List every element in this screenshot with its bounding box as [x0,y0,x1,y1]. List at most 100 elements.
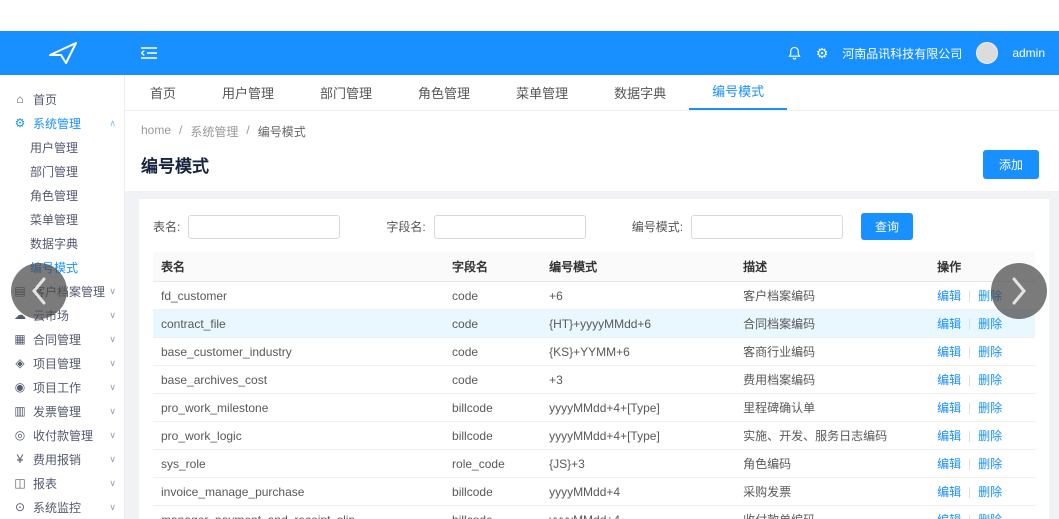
sidebar-item-15[interactable]: ¥ 费用报销 ∨ [0,447,124,471]
table-row: fd_customer code +6 客户档案编码 编辑 删除 [153,281,1035,310]
chevron-down-icon: ∨ [109,309,116,320]
sidebar-item-3[interactable]: 部门管理 [0,159,124,183]
cell-actions: 编辑 删除 [929,393,1035,422]
page-title: 编号模式 [141,157,209,176]
edit-link[interactable]: 编辑 [937,457,961,471]
cell-actions: 编辑 删除 [929,365,1035,394]
delete-link[interactable]: 删除 [978,513,1002,519]
sidebar-item-17[interactable]: ⊙ 系统监控 ∨ [0,495,124,519]
contract-icon: ▦ [14,332,26,346]
table-name-input[interactable] [188,214,341,239]
delete-link[interactable]: 删除 [978,345,1002,359]
chevron-down-icon: ∨ [109,453,116,464]
delete-link[interactable]: 删除 [978,401,1002,415]
cell-field: role_code [444,449,542,478]
column-header-3: 描述 [735,252,930,282]
table-row: pro_work_logic billcode yyyyMMdd+4+[Type] 实… [153,421,1035,450]
cell-table: sys_role [153,449,445,478]
cell-pattern: {KS}+YYMM+6 [541,337,736,366]
top-header-bar: ⚙ 河南品讯科技有限公司 admin [0,31,1059,75]
delete-link[interactable]: 删除 [978,485,1002,499]
sidebar-item-label: 项目管理 [33,356,82,371]
cell-pattern: yyyyMMdd+4 [541,477,736,506]
project-icon: ◈ [15,356,25,370]
menu-fold-icon [141,47,157,59]
breadcrumb-item-0[interactable]: home [141,123,171,140]
cell-pattern: +3 [541,365,736,394]
edit-link[interactable]: 编辑 [937,513,961,519]
search-button[interactable]: 查询 [861,213,914,240]
delete-link[interactable]: 删除 [978,457,1002,471]
sidebar-item-5[interactable]: 菜单管理 [0,207,124,231]
sidebar-item-0[interactable]: ⌂ 首页 [0,87,124,111]
sidebar-item-6[interactable]: 数据字典 [0,231,124,255]
delete-link[interactable]: 删除 [978,373,1002,387]
tab-0[interactable]: 首页 [127,77,199,110]
table-row: base_customer_industry code {KS}+YYMM+6 客商行… [153,337,1035,366]
carousel-prev-arrow[interactable] [11,263,67,319]
sidebar-item-4[interactable]: 角色管理 [0,183,124,207]
notifications-bell-icon[interactable] [787,45,802,61]
chevron-up-icon: ∧ [109,117,116,128]
content-card: 表名: 字段名: 编号模式: 查询 表名 字段名 编号模式 描述 操作 fd_custo… [139,199,1049,519]
edit-link[interactable]: 编辑 [937,289,961,303]
cell-table: pro_work_logic [153,421,445,450]
cell-pattern: yyyyMMdd+4+[Type] [541,421,736,450]
tab-2[interactable]: 部门管理 [297,77,395,110]
edit-link[interactable]: 编辑 [937,373,961,387]
logo-bird-icon [48,42,77,64]
settings-gear-icon[interactable]: ⚙ [816,45,829,62]
tab-6[interactable]: 编号模式 [689,75,788,110]
breadcrumb-separator: / [179,123,183,137]
edit-link[interactable]: 编辑 [937,317,961,331]
chevron-down-icon: ∨ [109,357,116,368]
filter-bar: 表名: 字段名: 编号模式: 查询 [153,213,1035,240]
tab-3[interactable]: 角色管理 [395,77,493,110]
chevron-down-icon: ∨ [109,333,116,344]
pattern-input[interactable] [691,214,844,239]
edit-link[interactable]: 编辑 [937,485,961,499]
sidebar-collapse-button[interactable] [141,46,157,60]
column-header-1: 字段名 [444,252,542,282]
edit-link[interactable]: 编辑 [937,429,961,443]
chevron-down-icon: ∨ [109,429,116,440]
field-name-input[interactable] [433,214,586,239]
edit-link[interactable]: 编辑 [937,401,961,415]
sidebar-item-label: 首页 [33,92,58,107]
work-icon: ◉ [14,380,26,394]
tab-1[interactable]: 用户管理 [199,77,297,110]
cell-desc: 角色编码 [735,449,930,478]
app-logo[interactable] [0,40,125,66]
sidebar-item-2[interactable]: 用户管理 [0,135,124,159]
cell-table: manager_payment_and_receipt_slip [153,505,445,519]
sidebar-item-12[interactable]: ◉ 项目工作 ∨ [0,375,124,399]
cell-actions: 编辑 删除 [929,421,1035,450]
delete-link[interactable]: 删除 [978,317,1002,331]
sidebar-item-14[interactable]: ◎ 收付款管理 ∨ [0,423,124,447]
username[interactable]: admin [1012,46,1045,60]
table-row: base_archives_cost code +3 费用档案编码 编辑 删除 [153,365,1035,394]
add-button[interactable]: 添加 [982,150,1039,179]
tab-4[interactable]: 菜单管理 [493,77,591,110]
sidebar-item-13[interactable]: ▥ 发票管理 ∨ [0,399,124,423]
sidebar-item-11[interactable]: ◈ 项目管理 ∨ [0,351,124,375]
sidebar-item-label: 费用报销 [33,452,82,467]
action-divider [969,319,971,331]
cell-field: code [444,337,542,366]
sidebar-item-1[interactable]: ⚙ 系统管理 ∧ [0,111,124,135]
title-row: 编号模式 添加 [125,140,1059,179]
cell-actions: 编辑 删除 [929,337,1035,366]
delete-link[interactable]: 删除 [978,429,1002,443]
action-divider [969,431,971,443]
breadcrumb-item-1[interactable]: 系统管理 [190,123,238,140]
sidebar-item-16[interactable]: ◫ 报表 ∨ [0,471,124,495]
action-divider [969,403,971,415]
monitor-icon: ⊙ [14,500,26,514]
carousel-next-arrow[interactable] [991,263,1047,319]
sidebar-item-10[interactable]: ▦ 合同管理 ∨ [0,327,124,351]
edit-link[interactable]: 编辑 [937,345,961,359]
tab-5[interactable]: 数据字典 [591,77,689,110]
chevron-down-icon: ∨ [109,285,116,296]
chevron-down-icon: ∨ [109,381,116,392]
user-avatar[interactable] [976,42,999,64]
